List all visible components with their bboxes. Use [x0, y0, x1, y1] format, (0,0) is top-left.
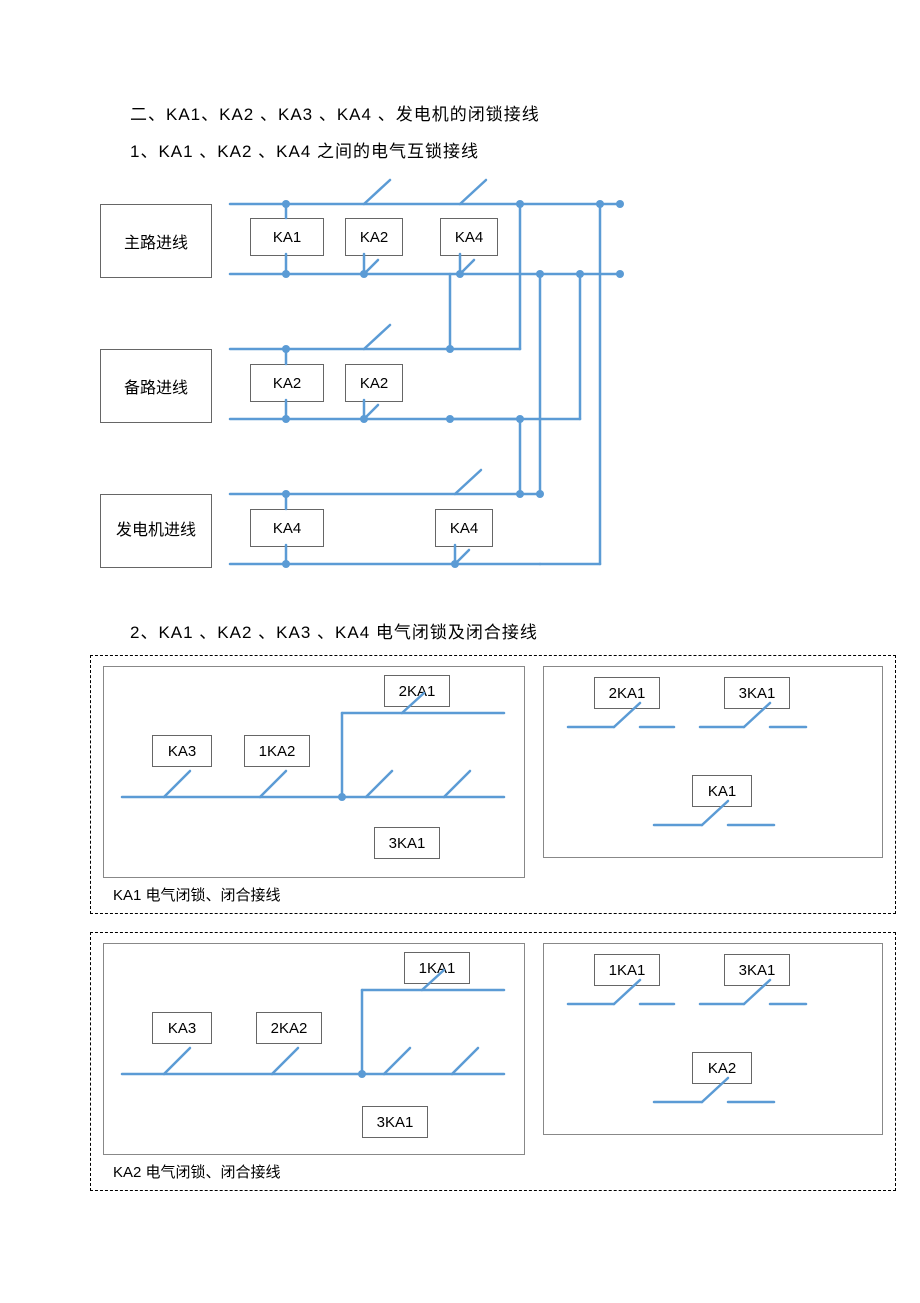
section-heading-2: 1、KA1 、KA2 、KA4 之间的电气互锁接线 [130, 137, 920, 162]
block-ka1-left: 2KA1 KA3 1KA2 3KA1 [103, 666, 525, 878]
block-ka1-right: 2KA1 3KA1 KA1 [543, 666, 883, 858]
diagram-1-wires [100, 174, 720, 614]
section-heading-1: 二、KA1、KA2 、KA3 、KA4 、发电机的闭锁接线 [130, 100, 920, 125]
block-ka2-left-wires [104, 944, 524, 1154]
block-ka1-right-wires [544, 667, 864, 857]
block-ka2-right-wires [544, 944, 864, 1134]
section-heading-3: 2、KA1 、KA2 、KA3 、KA4 电气闭锁及闭合接线 [130, 618, 920, 643]
block-ka2-right: 1KA1 3KA1 KA2 [543, 943, 883, 1135]
block-ka2-frame: 1KA1 KA3 2KA2 3KA1 1KA1 3KA1 [90, 932, 896, 1191]
block-ka2-left: 1KA1 KA3 2KA2 3KA1 [103, 943, 525, 1155]
block-ka2-caption: KA2 电气闭锁、闭合接线 [103, 1155, 883, 1190]
block-ka1-caption: KA1 电气闭锁、闭合接线 [103, 878, 883, 913]
diagram-1: 主路进线 备路进线 发电机进线 KA1 KA2 KA4 KA2 KA2 KA4 … [100, 174, 720, 614]
block-ka1-left-wires [104, 667, 524, 877]
block-ka1-frame: 2KA1 KA3 1KA2 3KA1 2KA1 [90, 655, 896, 914]
